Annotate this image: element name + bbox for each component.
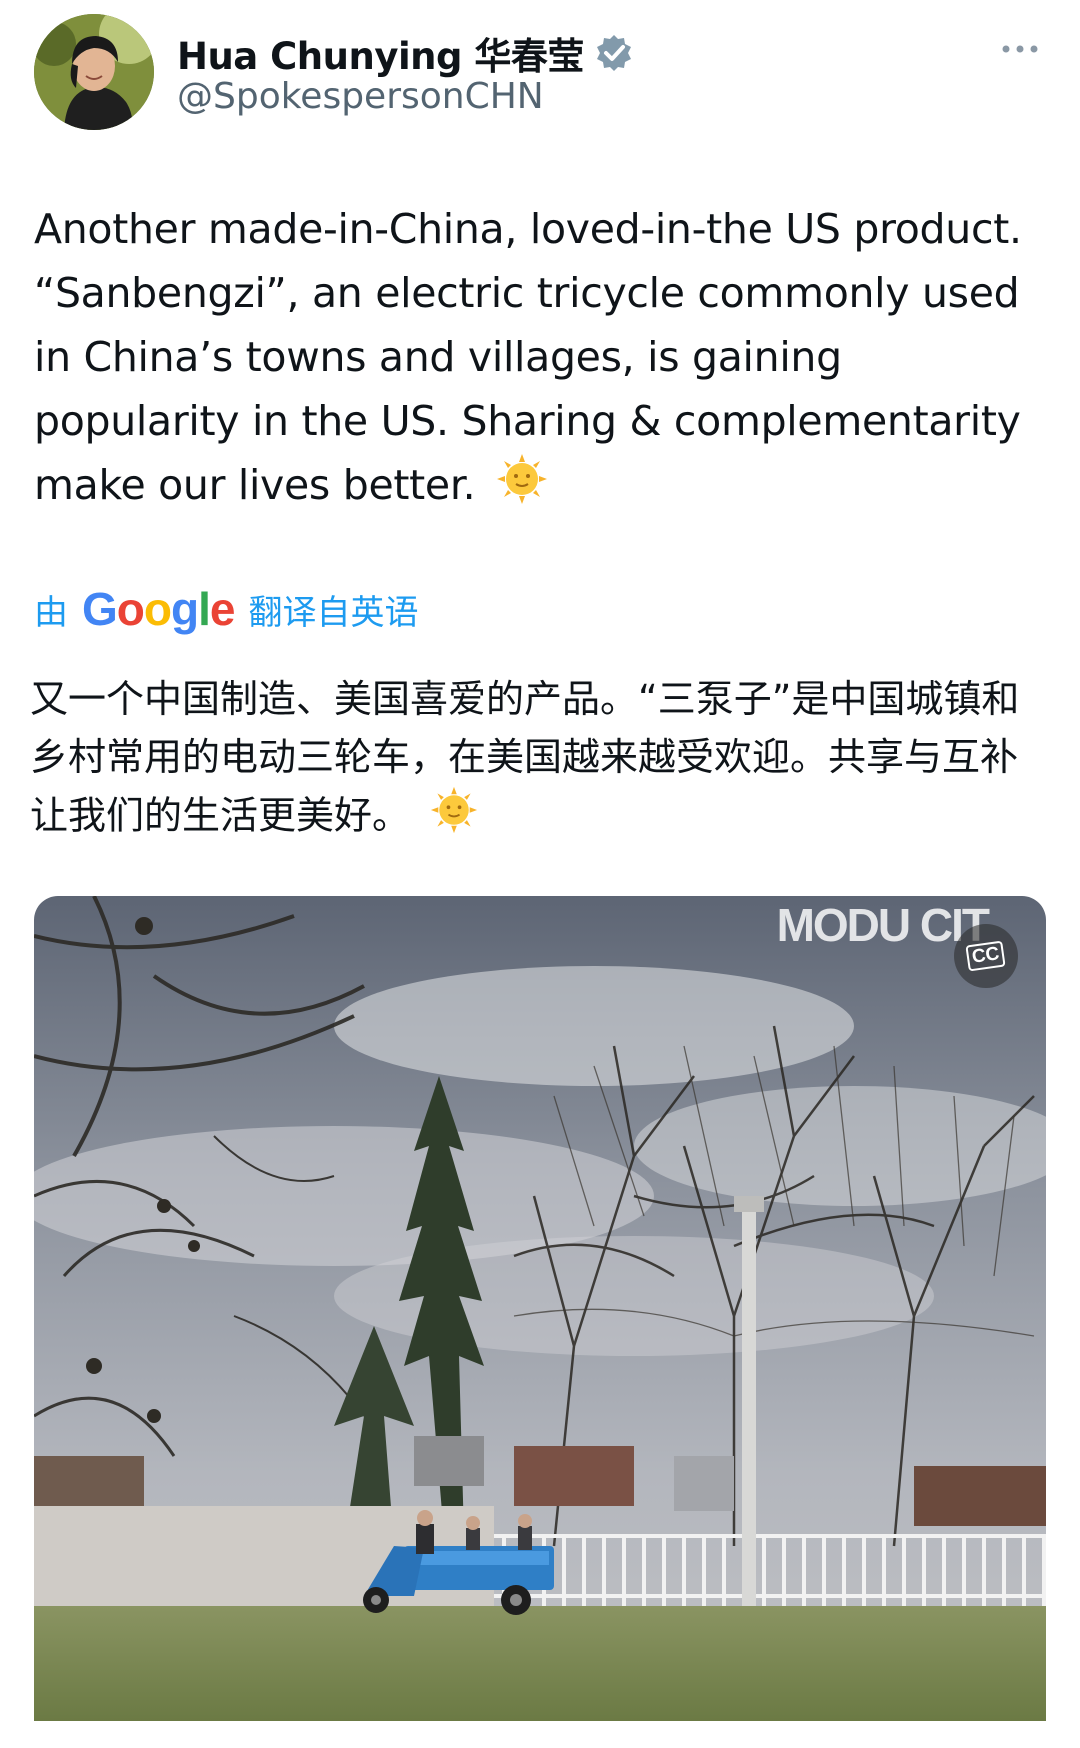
sun-emoji-icon <box>430 786 478 850</box>
tweet-header: Hua Chunying 华春莹 @SpokespersonCHN <box>34 14 1046 130</box>
verified-badge-icon <box>594 33 634 73</box>
translate-attribution[interactable]: 由 Google 翻译自英语 <box>34 582 418 636</box>
author-handle[interactable]: @SpokespersonCHN <box>177 76 544 117</box>
translate-from-label: 翻译自英语 <box>248 593 419 632</box>
translate-by-label: 由 <box>34 593 68 632</box>
video-watermark: MODU CIT <box>776 899 990 951</box>
translated-body: 又一个中国制造、美国喜爱的产品。“三泵子”是中国城镇和乡村常用的电动三轮车，在美… <box>30 670 1050 850</box>
author-name[interactable]: Hua Chunying 华春莹 <box>177 26 584 80</box>
video-player[interactable]: MODU CIT CC <box>34 896 1046 1721</box>
captions-label: CC <box>965 940 1007 972</box>
translated-text: 又一个中国制造、美国喜爱的产品。“三泵子”是中国城镇和乡村常用的电动三轮车，在美… <box>30 677 1020 838</box>
more-options-icon[interactable] <box>998 34 1042 64</box>
sun-emoji-icon <box>496 453 548 523</box>
video-frame <box>34 896 1046 1721</box>
google-logo: Google <box>82 583 235 635</box>
name-row: Hua Chunying 华春莹 <box>177 26 634 80</box>
avatar[interactable] <box>34 14 154 130</box>
tweet-body: Another made-in-China, loved-in-the US p… <box>34 197 1044 523</box>
captions-icon[interactable]: CC <box>954 924 1018 988</box>
